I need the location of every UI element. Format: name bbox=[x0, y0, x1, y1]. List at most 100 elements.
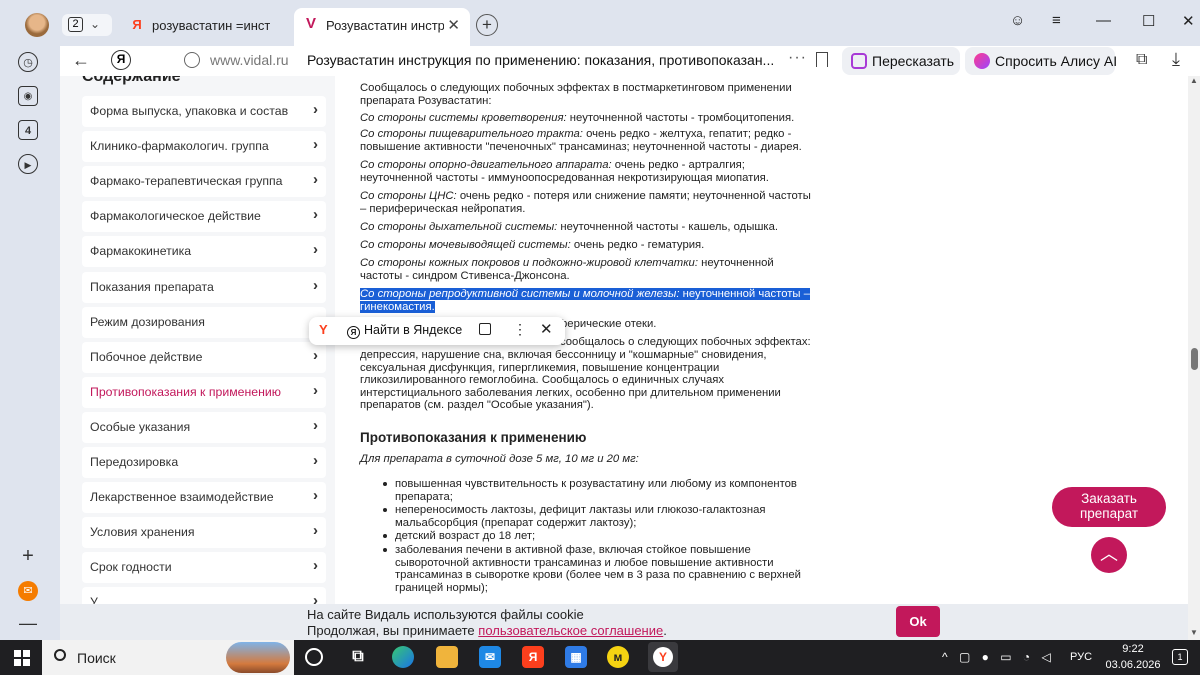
paragraph: Со стороны опорно-двигательного аппарата… bbox=[360, 159, 769, 184]
alice-icon bbox=[974, 53, 990, 69]
yandex-app-icon[interactable]: Я bbox=[522, 646, 544, 668]
section-heading: Противопоказания к применению bbox=[360, 430, 587, 445]
minimize-button[interactable]: — bbox=[1096, 12, 1111, 29]
more-dots-icon[interactable]: ··· bbox=[788, 49, 807, 67]
toc-item-label: Передозировка bbox=[90, 455, 179, 469]
chevron-right-icon: › bbox=[313, 347, 318, 364]
screenshot-icon[interactable]: ◉ bbox=[18, 86, 38, 106]
toc-item-label: Противопоказания к применению bbox=[90, 385, 282, 399]
toc-item[interactable]: Клинико-фармакологич. группа › bbox=[82, 131, 326, 162]
edge-icon[interactable] bbox=[392, 646, 414, 668]
yandex-favicon-icon: Я bbox=[132, 17, 142, 32]
yandex-browser-taskbar-icon[interactable]: Y bbox=[648, 642, 678, 672]
close-icon[interactable]: ✕ bbox=[540, 320, 553, 338]
bookmark-icon[interactable] bbox=[816, 52, 828, 67]
scroll-down-arrow-icon[interactable]: ▼ bbox=[1190, 628, 1198, 637]
scroll-up-arrow-icon[interactable]: ▲ bbox=[1190, 76, 1198, 85]
chevron-right-icon: › bbox=[313, 241, 318, 258]
chevron-right-icon: › bbox=[313, 487, 318, 504]
toc-item[interactable]: Условия хранения › bbox=[82, 517, 326, 548]
yandex-market-icon[interactable]: м bbox=[607, 646, 629, 668]
retell-button[interactable]: Пересказать bbox=[842, 47, 960, 75]
vidal-favicon-icon: V bbox=[305, 15, 316, 32]
user-agreement-link[interactable]: пользовательское соглашение bbox=[478, 623, 663, 638]
store-icon[interactable]: ▦ bbox=[565, 646, 587, 668]
find-in-yandex-button[interactable]: Я Найти в Яндексе bbox=[347, 323, 462, 339]
toc-item[interactable]: Фармакокинетика › bbox=[82, 236, 326, 267]
page-title[interactable]: Розувастатин инструкция по применению: п… bbox=[307, 52, 777, 68]
order-drug-button[interactable]: Заказать препарат bbox=[1052, 487, 1166, 527]
tab-yandex-search[interactable]: Я розувастатин =инструкция bbox=[120, 10, 296, 40]
collapse-icon[interactable]: — bbox=[18, 613, 38, 633]
language-indicator[interactable]: РУС bbox=[1070, 651, 1092, 663]
profile-avatar[interactable] bbox=[25, 13, 49, 37]
toc-item[interactable]: Лекарственное взаимодействие › bbox=[82, 482, 326, 513]
lock-icon[interactable] bbox=[184, 52, 200, 68]
toc-item[interactable]: Передозировка › bbox=[82, 447, 326, 478]
more-vertical-icon[interactable]: ⋮ bbox=[513, 321, 527, 338]
tray-icons[interactable]: ^ ▢ ● ▭ ◔ ◁ bbox=[942, 650, 1055, 664]
extensions-icon[interactable]: ⧉ bbox=[1136, 51, 1147, 69]
toc-item-label: Побочное действие bbox=[90, 350, 203, 364]
toc-item[interactable]: Режим дозирования› bbox=[82, 307, 326, 338]
notifications-icon[interactable]: 1 bbox=[1172, 649, 1188, 665]
history-icon[interactable]: ◷ bbox=[18, 52, 38, 72]
ask-alice-button[interactable]: Спросить Алису AI bbox=[965, 47, 1117, 75]
list-item: заболевания печени в активной фазе, вклю… bbox=[383, 544, 825, 594]
retell-icon bbox=[851, 53, 867, 69]
toc-item-label: Особые указания bbox=[90, 420, 191, 434]
clock-date[interactable]: 03.06.2026 bbox=[1100, 659, 1166, 671]
tabs-count-icon[interactable]: 4 bbox=[18, 120, 38, 140]
windows-start-icon[interactable] bbox=[14, 650, 30, 666]
chevron-right-icon: › bbox=[313, 206, 318, 223]
chevron-right-icon: › bbox=[313, 522, 318, 539]
scroll-to-top-button[interactable]: ︿ bbox=[1091, 537, 1127, 573]
file-explorer-icon[interactable] bbox=[436, 646, 458, 668]
task-view-icon[interactable]: ⧉ bbox=[347, 646, 369, 668]
toc-item[interactable]: Фармакологическое действие › bbox=[82, 201, 326, 232]
url-domain[interactable]: www.vidal.ru bbox=[210, 52, 289, 68]
toc-item[interactable]: Противопоказания к применению › bbox=[82, 377, 326, 408]
yandex-icon[interactable]: Я bbox=[111, 50, 131, 70]
close-tab-icon[interactable]: ✕ bbox=[447, 16, 460, 34]
scroll-thumb[interactable] bbox=[1191, 348, 1198, 370]
play-icon[interactable]: ▶ bbox=[18, 154, 38, 174]
add-icon[interactable]: + bbox=[18, 546, 38, 566]
toc-item[interactable]: Фармако-терапевтическая группа › bbox=[82, 166, 326, 197]
cookie-ok-button[interactable]: Ok bbox=[896, 606, 940, 637]
menu-icon[interactable]: ≡ bbox=[1052, 12, 1061, 29]
paragraph: депрессия, нарушение сна, включая бессон… bbox=[360, 349, 781, 412]
retell-label: Пересказать bbox=[872, 53, 955, 69]
clock-time[interactable]: 9:22 bbox=[1108, 643, 1158, 655]
system-tray: ^ ▢ ● ▭ ◔ ◁ РУС 9:22 03.06.2026 1 bbox=[940, 640, 1200, 675]
new-tab-button[interactable]: + bbox=[476, 14, 498, 36]
cookie-consent-text: Продолжая, вы принимаете пользовательско… bbox=[307, 623, 667, 638]
table-of-contents: Содержание Форма выпуска, упаковка и сос… bbox=[60, 76, 335, 640]
cookie-text: На сайте Видаль используются файлы cooki… bbox=[307, 607, 584, 622]
close-window-button[interactable]: ✕ bbox=[1182, 12, 1195, 30]
tab-counter-button[interactable]: 2 ⌄ bbox=[62, 14, 112, 36]
mail-app-icon[interactable]: ✉ bbox=[479, 646, 501, 668]
profile-incognito-icon[interactable]: ☺ bbox=[1010, 12, 1025, 29]
download-icon[interactable]: ⤓ bbox=[1172, 49, 1180, 70]
mail-icon[interactable]: ✉ bbox=[18, 581, 38, 601]
back-arrow-icon[interactable]: ← bbox=[72, 50, 90, 71]
chevron-right-icon: › bbox=[313, 417, 318, 434]
cortana-icon[interactable] bbox=[305, 648, 323, 666]
toc-item-label: Клинико-фармакологич. группа bbox=[90, 139, 269, 153]
toc-item-label: Фармакологическое действие bbox=[90, 209, 261, 223]
browser-sidebar: ◷ ◉ 4 ▶ + ✉ — bbox=[0, 46, 60, 640]
tab-vidal[interactable]: V Розувастатин инструкция ✕ bbox=[294, 8, 470, 46]
maximize-button[interactable]: ☐ bbox=[1142, 12, 1155, 30]
toc-item[interactable]: Срок годности › bbox=[82, 552, 326, 583]
toc-item[interactable]: Форма выпуска, упаковка и состав › bbox=[82, 96, 326, 127]
page-scrollbar[interactable]: ▲ ▼ bbox=[1188, 76, 1200, 640]
toc-item[interactable]: Побочное действие › bbox=[82, 342, 326, 373]
toc-item[interactable]: Особые указания › bbox=[82, 412, 326, 443]
toc-item[interactable]: Показания препарата › bbox=[82, 272, 326, 303]
taskbar-search[interactable]: Поиск bbox=[42, 640, 294, 675]
windows-taskbar: Поиск ⧉ ✉ Я ▦ м Y ^ ▢ ● ▭ ◔ ◁ РУС 9:22 0… bbox=[0, 640, 1200, 675]
paragraph: сообщалось о следующих побочных эффектах… bbox=[560, 336, 811, 348]
tab-title: Розувастатин инструкция bbox=[326, 18, 444, 33]
copy-icon[interactable] bbox=[479, 323, 491, 335]
